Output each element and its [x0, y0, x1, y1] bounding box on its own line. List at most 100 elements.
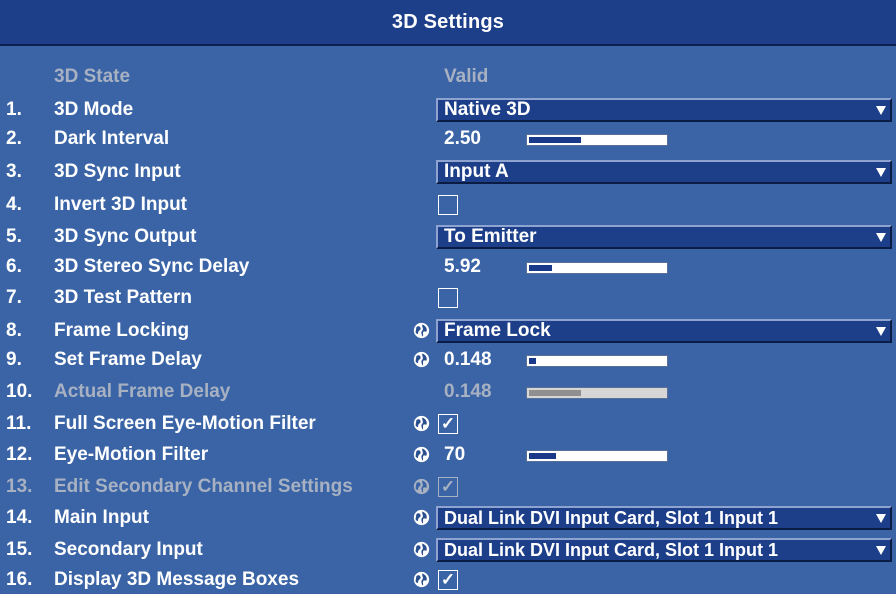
globe-icon [413, 571, 430, 588]
item-label: Set Frame Delay [54, 349, 202, 370]
item-number: 11. [6, 413, 32, 434]
dropdown-value: Frame Lock [444, 320, 551, 341]
item-number: 10. [6, 381, 33, 402]
item-number: 2. [6, 128, 22, 149]
slider-value: 5.92 [444, 256, 481, 277]
item-label: Full Screen Eye-Motion Filter [54, 413, 316, 434]
slider-fill [529, 137, 581, 143]
secondary-input-dropdown[interactable]: Dual Link DVI Input Card, Slot 1 Input 1 [436, 538, 892, 562]
state-header-value: Valid [444, 66, 489, 87]
item-row-secondary-input[interactable]: 15. Secondary Input Dual Link DVI Input … [0, 537, 896, 563]
item-row-invert-3d-input[interactable]: 4. Invert 3D Input [0, 192, 896, 218]
item-label: 3D Mode [54, 99, 134, 120]
item-number: 16. [6, 569, 33, 590]
item-number: 14. [6, 507, 33, 528]
item-label: Actual Frame Delay [54, 381, 231, 402]
edit-secondary-channel-settings-checkbox: ✓ [438, 477, 458, 497]
dropdown-value: Native 3D [444, 99, 531, 120]
item-label: Main Input [54, 507, 149, 528]
item-row-3d-sync-input[interactable]: 3. 3D Sync Input Input A [0, 159, 896, 185]
item-row-3d-mode[interactable]: 1. 3D Mode Native 3D [0, 97, 896, 123]
item-row-eye-motion-filter[interactable]: 12. Eye-Motion Filter 70 [0, 442, 896, 468]
display-3d-message-boxes-checkbox[interactable]: ✓ [438, 570, 458, 590]
item-row-main-input[interactable]: 14. Main Input Dual Link DVI Input Card,… [0, 505, 896, 531]
dropdown-value: Dual Link DVI Input Card, Slot 1 Input 1 [444, 540, 779, 560]
item-label: Eye-Motion Filter [54, 444, 209, 465]
globe-icon [413, 415, 430, 432]
checkmark-icon: ✓ [440, 570, 456, 589]
globe-icon [413, 322, 430, 339]
3d-stereo-sync-delay-slider[interactable] [526, 262, 668, 274]
3d-mode-dropdown[interactable]: Native 3D [436, 98, 892, 122]
dropdown-arrow-icon [876, 168, 886, 177]
item-number: 4. [6, 194, 22, 215]
globe-icon [413, 509, 430, 526]
slider-fill [529, 265, 552, 271]
item-label: Frame Locking [54, 320, 190, 341]
item-row-3d-test-pattern[interactable]: 7. 3D Test Pattern [0, 285, 896, 311]
item-number: 8. [6, 320, 22, 341]
dropdown-value: Dual Link DVI Input Card, Slot 1 Input 1 [444, 508, 779, 528]
dropdown-arrow-icon [876, 233, 886, 242]
actual-frame-delay-slider [526, 387, 668, 399]
item-row-actual-frame-delay: 10. Actual Frame Delay 0.148 [0, 379, 896, 405]
slider-fill [529, 358, 536, 364]
frame-locking-dropdown[interactable]: Frame Lock [436, 319, 892, 343]
item-row-set-frame-delay[interactable]: 9. Set Frame Delay 0.148 [0, 347, 896, 373]
full-screen-eye-motion-filter-checkbox[interactable]: ✓ [438, 414, 458, 434]
item-row-frame-locking[interactable]: 8. Frame Locking Frame Lock [0, 318, 896, 344]
3d-sync-input-dropdown[interactable]: Input A [436, 160, 892, 184]
item-number: 7. [6, 287, 22, 308]
item-row-dark-interval[interactable]: 2. Dark Interval 2.50 [0, 126, 896, 152]
slider-value: 0.148 [444, 349, 492, 370]
item-row-edit-secondary-channel-settings: 13. Edit Secondary Channel Settings ✓ [0, 474, 896, 500]
item-row-3d-stereo-sync-delay[interactable]: 6. 3D Stereo Sync Delay 5.92 [0, 254, 896, 280]
slider-value: 2.50 [444, 128, 481, 149]
dropdown-arrow-icon [876, 106, 886, 115]
item-label: 3D Sync Input [54, 161, 181, 182]
set-frame-delay-slider[interactable] [526, 355, 668, 367]
state-header-label: 3D State [54, 66, 131, 87]
item-row-full-screen-eye-motion-filter[interactable]: 11. Full Screen Eye-Motion Filter ✓ [0, 411, 896, 437]
item-label: Dark Interval [54, 128, 170, 149]
globe-icon [413, 446, 430, 463]
globe-icon [413, 541, 430, 558]
item-label: Display 3D Message Boxes [54, 569, 300, 590]
slider-fill [529, 453, 556, 459]
dropdown-arrow-icon [876, 546, 886, 555]
slider-value: 70 [444, 444, 466, 465]
item-row-display-3d-message-boxes[interactable]: 16. Display 3D Message Boxes ✓ [0, 567, 896, 593]
item-label: 3D Stereo Sync Delay [54, 256, 250, 277]
checkmark-icon: ✓ [440, 477, 456, 496]
main-input-dropdown[interactable]: Dual Link DVI Input Card, Slot 1 Input 1 [436, 506, 892, 530]
3d-sync-output-dropdown[interactable]: To Emitter [436, 225, 892, 249]
eye-motion-filter-slider[interactable] [526, 450, 668, 462]
dropdown-value: Input A [444, 161, 509, 182]
item-label: Secondary Input [54, 539, 203, 560]
title-bar: 3D Settings [0, 0, 896, 46]
item-label: Edit Secondary Channel Settings [54, 476, 353, 497]
item-label: 3D Test Pattern [54, 287, 192, 308]
item-number: 9. [6, 349, 22, 370]
item-number: 15. [6, 539, 33, 560]
dropdown-arrow-icon [876, 514, 886, 523]
globe-icon [413, 478, 430, 495]
item-row-3d-sync-output[interactable]: 5. 3D Sync Output To Emitter [0, 224, 896, 250]
state-header-row: 3D State Valid [0, 64, 896, 90]
3d-test-pattern-checkbox[interactable] [438, 288, 458, 308]
dark-interval-slider[interactable] [526, 134, 668, 146]
item-number: 12. [6, 444, 33, 465]
slider-value: 0.148 [444, 381, 492, 402]
item-number: 5. [6, 226, 22, 247]
globe-icon [413, 351, 430, 368]
slider-fill [529, 390, 581, 396]
page-title: 3D Settings [391, 10, 505, 33]
invert-3d-input-checkbox[interactable] [438, 195, 458, 215]
checkmark-icon: ✓ [440, 414, 456, 433]
item-number: 13. [6, 476, 33, 497]
dropdown-arrow-icon [876, 327, 886, 336]
item-number: 3. [6, 161, 22, 182]
item-label: Invert 3D Input [54, 194, 188, 215]
item-number: 1. [6, 99, 22, 120]
item-label: 3D Sync Output [54, 226, 197, 247]
